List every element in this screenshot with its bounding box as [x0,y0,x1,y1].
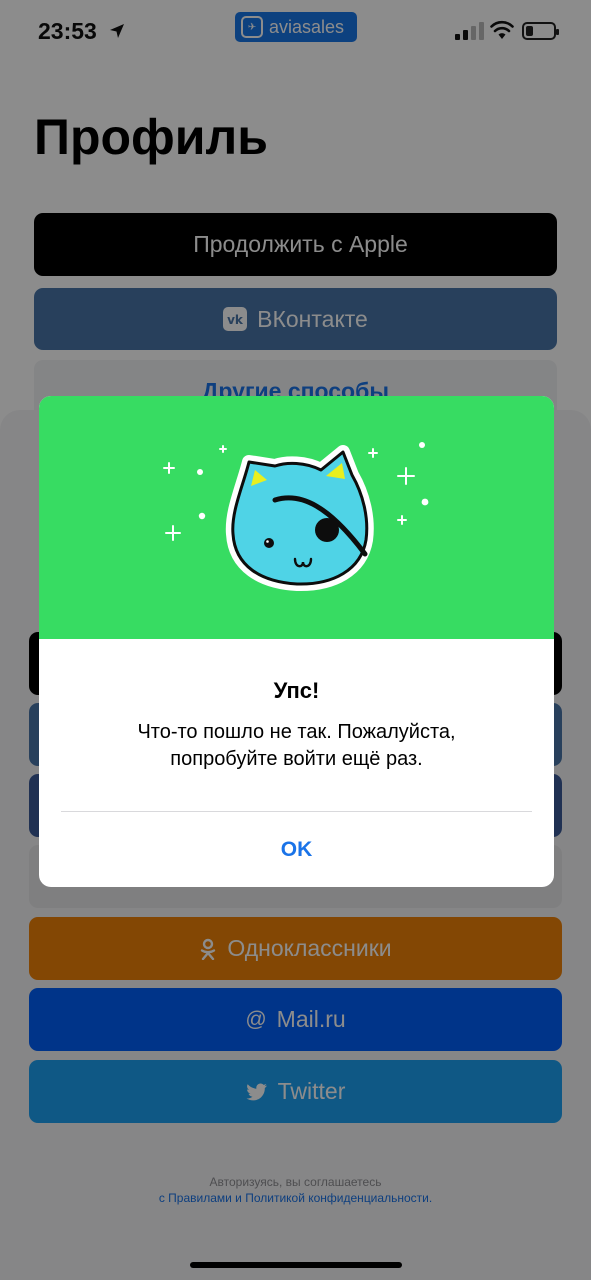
pirate-cat-illustration [163,442,429,592]
dialog-hero [39,396,554,639]
dialog-message-line-2: попробуйте войти ещё раз. [170,748,423,770]
error-dialog: Упс! Что-то пошло не так. Пожалуйста, по… [39,396,554,887]
dialog-title: Упс! [273,678,320,703]
dialog-message: Что-то пошло не так. Пожалуйста, попробу… [79,719,514,773]
dialog-message-line-1: Что-то пошло не так. Пожалуйста, [137,721,456,743]
ok-button[interactable]: OK [39,812,554,887]
